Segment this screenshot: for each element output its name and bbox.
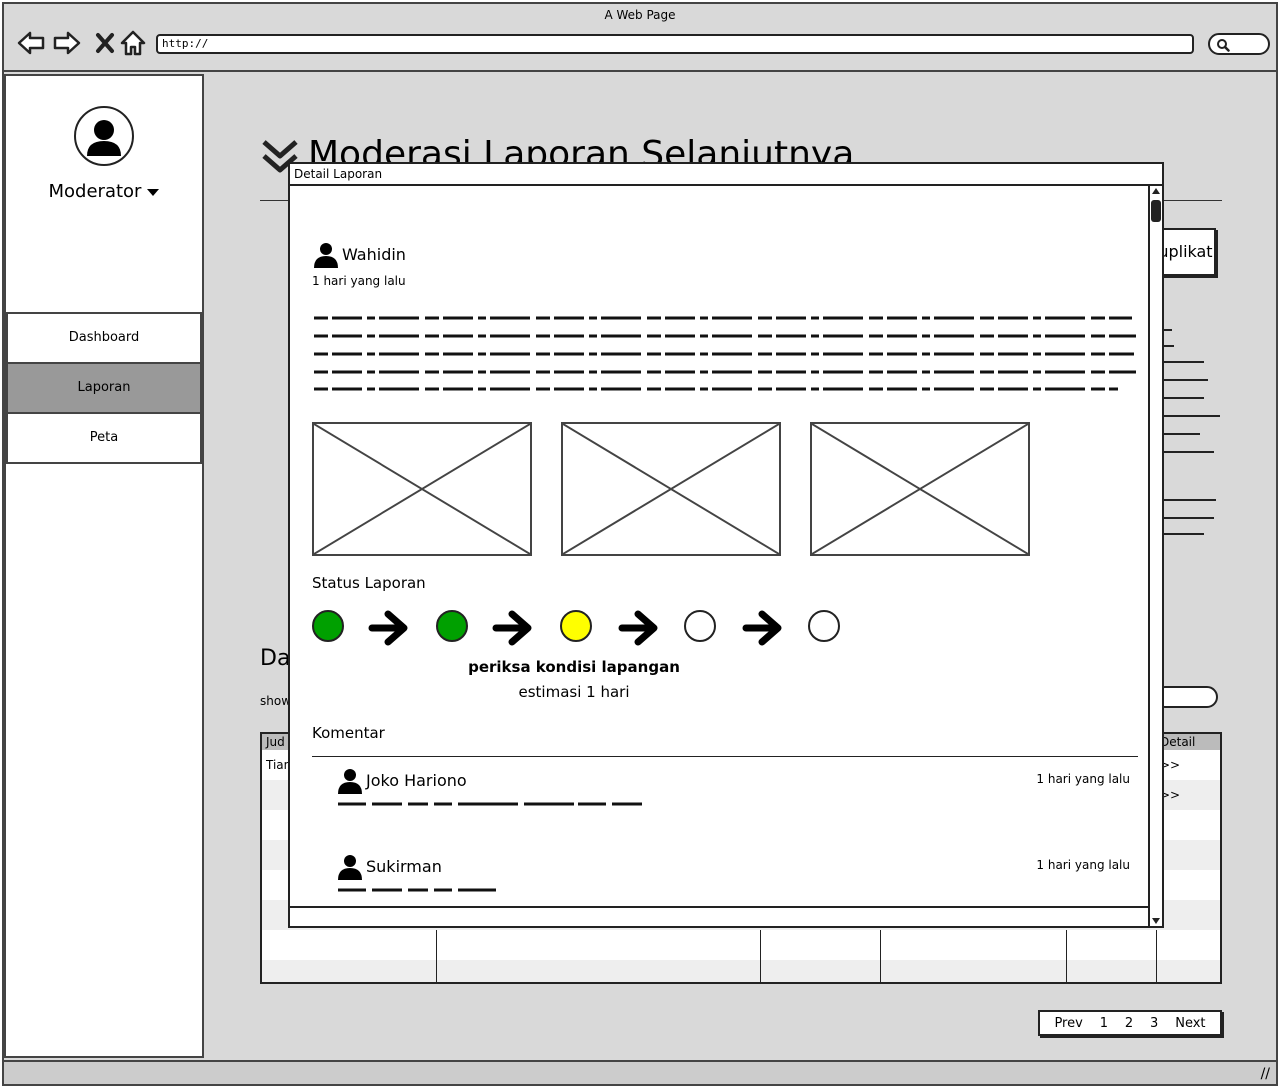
back-icon[interactable] <box>16 28 46 58</box>
column-divider <box>880 930 881 982</box>
status-step-done <box>436 610 468 642</box>
status-step-current <box>560 610 592 642</box>
stop-icon[interactable] <box>90 28 120 58</box>
table-row <box>262 930 1220 960</box>
pagination-next[interactable]: Next <box>1175 1016 1205 1031</box>
side-nav: Dashboard Laporan Peta <box>6 312 202 464</box>
comment-author-name: Sukirman <box>366 856 442 876</box>
scrollbar-thumb[interactable] <box>1151 200 1161 222</box>
modal-footer <box>290 906 1148 926</box>
current-step-estimate: estimasi 1 hari <box>518 683 630 701</box>
status-step-done <box>312 610 344 642</box>
avatar <box>74 106 134 166</box>
resize-grip-icon[interactable]: // <box>1261 1066 1270 1082</box>
browser-toolbar: http:// <box>4 26 1276 72</box>
sidebar-item-dashboard[interactable]: Dashboard <box>6 312 202 364</box>
url-input[interactable]: http:// <box>156 34 1194 54</box>
browser-search-input[interactable] <box>1208 33 1270 55</box>
pagination: Prev 1 2 3 Next <box>1038 1010 1222 1036</box>
comment-text-placeholder <box>338 888 496 892</box>
window-title: A Web Page <box>604 8 676 22</box>
comment-author: Joko Hariono <box>336 766 467 794</box>
arrow-right-icon <box>618 610 658 646</box>
forward-icon[interactable] <box>52 28 82 58</box>
detail-laporan-modal: Detail Laporan Wahidin 1 hari yang lalu <box>288 162 1164 928</box>
image-placeholder[interactable] <box>561 422 781 556</box>
table-header-detail: Detail <box>1160 735 1196 749</box>
user-icon <box>314 243 338 268</box>
background-text-placeholder <box>1164 329 1220 535</box>
pagination-page-2[interactable]: 2 <box>1125 1016 1133 1031</box>
comment-author: Sukirman <box>336 852 442 880</box>
sidebar: Moderator Dashboard Laporan Peta <box>4 74 204 1058</box>
image-placeholder[interactable] <box>312 422 532 556</box>
image-placeholder[interactable] <box>810 422 1030 556</box>
report-text-placeholder <box>314 316 1136 391</box>
table-row <box>262 960 1220 982</box>
pagination-prev[interactable]: Prev <box>1054 1016 1082 1031</box>
show-entries-label: show <box>260 694 292 708</box>
user-menu-label: Moderator <box>48 181 142 202</box>
modal-title: Detail Laporan <box>290 164 1162 186</box>
comment-time: 1 hari yang lalu <box>1036 772 1130 786</box>
arrow-right-icon <box>742 610 782 646</box>
report-author-name: Wahidin <box>342 244 406 264</box>
section-heading: Da <box>260 646 291 671</box>
comment-author-name: Joko Hariono <box>366 770 467 790</box>
current-step-name: periksa kondisi lapangan <box>468 658 680 676</box>
pagination-page-1[interactable]: 1 <box>1100 1016 1108 1031</box>
user-icon <box>338 769 362 794</box>
sidebar-item-laporan[interactable]: Laporan <box>6 362 202 414</box>
pagination-page-3[interactable]: 3 <box>1150 1016 1158 1031</box>
column-divider <box>1066 930 1067 982</box>
report-author: Wahidin <box>312 240 406 268</box>
comment-text-placeholder <box>338 802 646 806</box>
report-time: 1 hari yang lalu <box>312 274 406 288</box>
modal-body: Wahidin 1 hari yang lalu Status Laporan … <box>290 186 1148 906</box>
comment-time: 1 hari yang lalu <box>1036 858 1130 872</box>
scroll-down-icon[interactable] <box>1152 918 1160 924</box>
modal-scrollbar[interactable] <box>1148 186 1162 926</box>
user-icon <box>338 855 362 880</box>
komentar-label: Komentar <box>312 724 385 742</box>
arrow-right-icon <box>492 610 532 646</box>
status-step-pending <box>684 610 716 642</box>
scroll-up-icon[interactable] <box>1152 188 1160 194</box>
status-label: Status Laporan <box>312 574 426 592</box>
column-divider <box>1156 930 1157 982</box>
caret-down-icon <box>147 188 160 196</box>
search-icon <box>1217 39 1230 52</box>
status-step-pending <box>808 610 840 642</box>
home-icon[interactable] <box>118 28 148 58</box>
column-divider <box>760 930 761 982</box>
user-icon <box>87 120 121 156</box>
column-divider <box>436 930 437 982</box>
sidebar-item-peta[interactable]: Peta <box>6 412 202 464</box>
komentar-divider <box>312 756 1138 757</box>
arrow-right-icon <box>368 610 408 646</box>
status-progress <box>312 608 872 648</box>
user-menu[interactable]: Moderator <box>6 181 202 202</box>
table-header-first: Jud <box>266 735 285 749</box>
status-bar: // <box>4 1060 1276 1084</box>
